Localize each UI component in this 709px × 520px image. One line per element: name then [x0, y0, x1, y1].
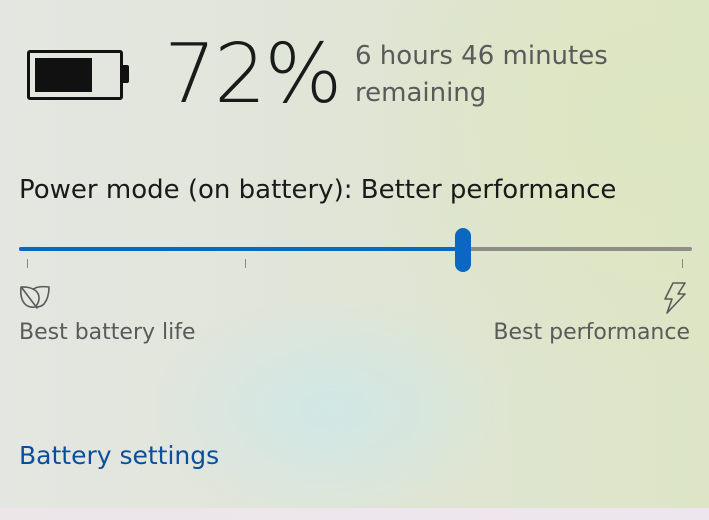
lightning-bolt-icon: [664, 282, 686, 314]
battery-icon: [27, 50, 123, 100]
leaf-icon: [19, 285, 50, 309]
battery-level-fill: [35, 58, 92, 92]
battery-terminal: [123, 65, 129, 83]
slider-thumb[interactable]: [455, 228, 471, 272]
battery-settings-link[interactable]: Battery settings: [19, 441, 219, 470]
flyout-bottom-edge: [0, 508, 709, 520]
time-remaining: 6 hours 46 minutes remaining: [355, 41, 608, 108]
best-performance-label: Best performance: [493, 320, 690, 345]
power-mode-label: Power mode (on battery): Better performa…: [19, 175, 617, 205]
slider-tick-balanced: [245, 259, 246, 268]
slider-tick-best-battery: [27, 259, 28, 268]
battery-percentage: 72%: [164, 27, 342, 122]
slider-track-fill[interactable]: [19, 247, 463, 251]
best-battery-life-label: Best battery life: [19, 320, 196, 345]
power-mode-slider[interactable]: [19, 228, 692, 272]
slider-tick-best-performance: [682, 259, 683, 268]
